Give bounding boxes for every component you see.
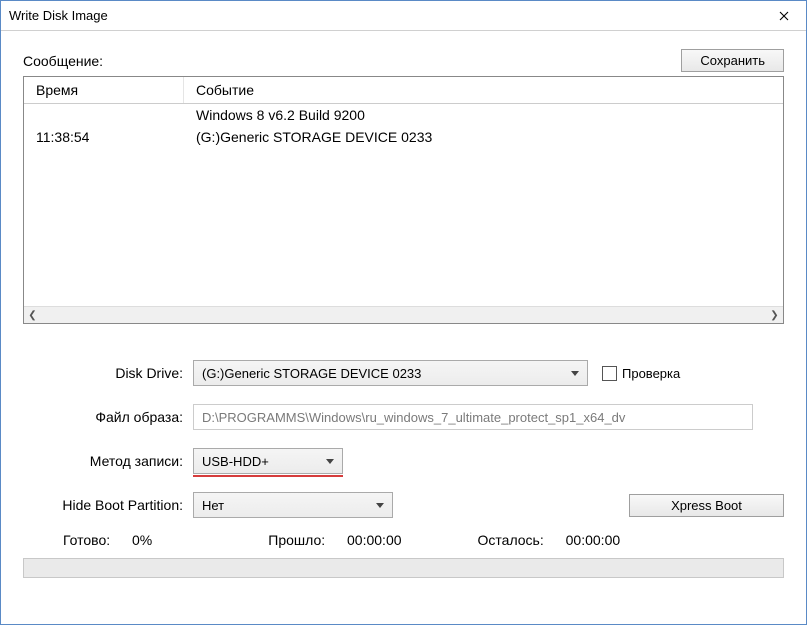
log-event: Windows 8 v6.2 Build 9200 <box>184 104 783 126</box>
horizontal-scrollbar[interactable]: ❮ ❯ <box>24 306 783 323</box>
image-file-field[interactable]: D:\PROGRAMMS\Windows\ru_windows_7_ultima… <box>193 404 753 430</box>
log-header: Время Событие <box>24 77 783 104</box>
write-method-value: USB-HDD+ <box>202 454 269 469</box>
save-button[interactable]: Сохранить <box>681 49 784 72</box>
close-button[interactable] <box>761 1 806 30</box>
elapsed-label: Прошло: <box>268 532 325 548</box>
write-method-combo[interactable]: USB-HDD+ <box>193 448 343 474</box>
log-event: (G:)Generic STORAGE DEVICE 0233 <box>184 126 783 148</box>
remaining-value: 00:00:00 <box>566 532 621 548</box>
scroll-track[interactable] <box>41 307 766 323</box>
remaining-label: Осталось: <box>478 532 544 548</box>
log-time <box>24 104 184 126</box>
verify-label: Проверка <box>622 366 680 381</box>
log-row[interactable]: Windows 8 v6.2 Build 9200 <box>24 104 783 126</box>
disk-drive-combo[interactable]: (G:)Generic STORAGE DEVICE 0233 <box>193 360 588 386</box>
log-row[interactable]: 11:38:54 (G:)Generic STORAGE DEVICE 0233 <box>24 126 783 148</box>
log-list: Время Событие Windows 8 v6.2 Build 9200 … <box>23 76 784 324</box>
status-row: Готово: 0% Прошло: 00:00:00 Осталось: 00… <box>23 532 784 548</box>
close-icon <box>779 11 789 21</box>
message-label: Сообщение: <box>23 53 103 69</box>
image-file-label: Файл образа: <box>23 409 193 425</box>
elapsed-value: 00:00:00 <box>347 532 402 548</box>
ready-value: 0% <box>132 532 152 548</box>
xpress-boot-button[interactable]: Xpress Boot <box>629 494 784 517</box>
log-header-event[interactable]: Событие <box>184 77 783 103</box>
hide-boot-combo[interactable]: Нет <box>193 492 393 518</box>
scroll-right-icon[interactable]: ❯ <box>766 307 783 324</box>
log-time: 11:38:54 <box>24 126 184 148</box>
progress-bar <box>23 558 784 578</box>
scroll-left-icon[interactable]: ❮ <box>24 307 41 324</box>
log-header-time[interactable]: Время <box>24 77 184 103</box>
verify-checkbox[interactable] <box>602 366 617 381</box>
image-file-value: D:\PROGRAMMS\Windows\ru_windows_7_ultima… <box>202 410 625 425</box>
hide-boot-value: Нет <box>202 498 224 513</box>
disk-drive-value: (G:)Generic STORAGE DEVICE 0233 <box>202 366 421 381</box>
titlebar: Write Disk Image <box>1 1 806 31</box>
ready-label: Готово: <box>63 532 110 548</box>
hide-boot-label: Hide Boot Partition: <box>23 497 193 513</box>
verify-checkbox-wrap[interactable]: Проверка <box>602 366 680 381</box>
window-title: Write Disk Image <box>9 8 108 23</box>
log-body: Windows 8 v6.2 Build 9200 11:38:54 (G:)G… <box>24 104 783 306</box>
disk-drive-label: Disk Drive: <box>23 365 193 381</box>
write-method-label: Метод записи: <box>23 453 193 469</box>
